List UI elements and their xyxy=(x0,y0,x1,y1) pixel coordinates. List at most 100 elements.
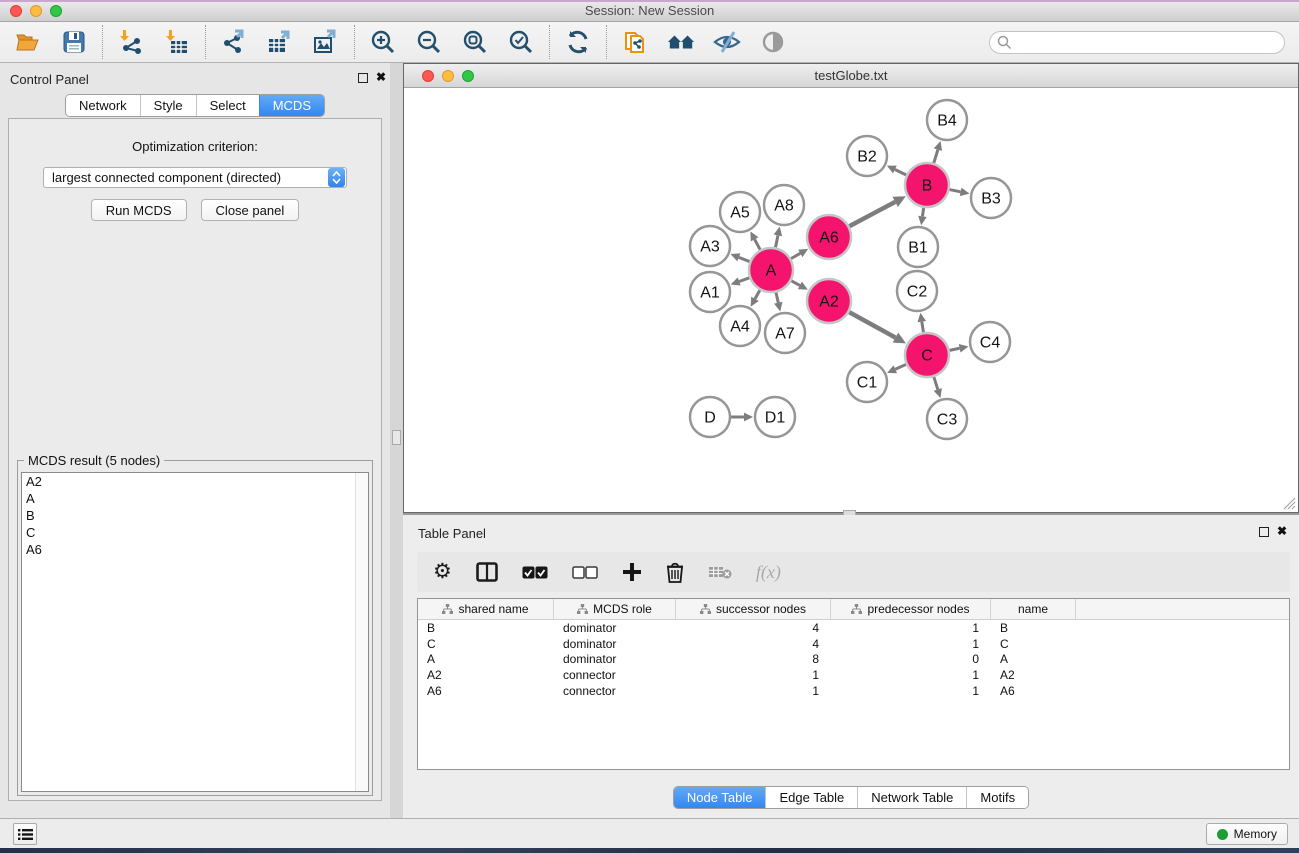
cell-shared-name[interactable]: C xyxy=(418,637,554,651)
tab-motifs[interactable]: Motifs xyxy=(966,787,1028,808)
tab-edge-table[interactable]: Edge Table xyxy=(765,787,857,808)
mcds-result-item[interactable]: C xyxy=(22,524,368,541)
column-header-name[interactable]: name xyxy=(991,599,1076,619)
cell-name[interactable]: A2 xyxy=(991,668,1076,682)
network-window-titlebar[interactable]: testGlobe.txt xyxy=(404,64,1298,88)
column-header-predecessor-nodes[interactable]: predecessor nodes xyxy=(831,599,991,619)
graph-edge-A-A7[interactable] xyxy=(776,292,778,302)
cell-successor-nodes[interactable]: 4 xyxy=(676,621,831,635)
tab-style[interactable]: Style xyxy=(140,95,196,116)
zoom-selected-icon[interactable] xyxy=(507,28,535,56)
graph-edge-B-B2[interactable] xyxy=(895,169,906,175)
tab-node-table[interactable]: Node Table xyxy=(674,787,766,808)
cell-shared-name[interactable]: A6 xyxy=(418,684,554,698)
export-image-icon[interactable] xyxy=(312,28,340,56)
hide-details-icon[interactable] xyxy=(713,28,741,56)
cell-predecessor-nodes[interactable]: 0 xyxy=(831,652,991,666)
cell-predecessor-nodes[interactable]: 1 xyxy=(831,684,991,698)
graph-edge-A-A2[interactable] xyxy=(791,281,800,286)
mcds-result-item[interactable]: A2 xyxy=(22,473,368,490)
mcds-result-item[interactable]: A6 xyxy=(22,541,368,558)
cell-mcds-role[interactable]: connector xyxy=(554,684,676,698)
graph-edge-A-A3[interactable] xyxy=(739,257,750,261)
import-network-icon[interactable] xyxy=(117,28,145,56)
deselect-all-checkboxes-icon[interactable] xyxy=(572,559,598,585)
show-details-icon[interactable] xyxy=(759,28,787,56)
cell-mcds-role[interactable]: connector xyxy=(554,668,676,682)
task-history-button[interactable] xyxy=(13,823,37,845)
export-table-icon[interactable] xyxy=(266,28,294,56)
show-column-icon[interactable] xyxy=(476,559,498,585)
table-settings-gear-icon[interactable]: ⚙ xyxy=(433,559,452,585)
mcds-result-item[interactable]: B xyxy=(22,507,368,524)
optimization-criterion-select[interactable]: largest connected component (directed) xyxy=(43,167,347,188)
tab-mcds[interactable]: MCDS xyxy=(259,95,324,116)
cell-name[interactable]: A6 xyxy=(991,684,1076,698)
graph-edge-C-C4[interactable] xyxy=(950,348,960,350)
select-all-checkboxes-icon[interactable] xyxy=(522,559,548,585)
cell-successor-nodes[interactable]: 1 xyxy=(676,684,831,698)
graph-edge-B-B3[interactable] xyxy=(950,190,961,192)
close-table-panel-icon[interactable]: ✖ xyxy=(1277,524,1287,538)
panel-divider-grip[interactable] xyxy=(392,430,401,445)
cell-name[interactable]: B xyxy=(991,621,1076,635)
float-table-panel-icon[interactable] xyxy=(1259,527,1269,537)
graph-edge-A-A1[interactable] xyxy=(739,278,749,282)
close-panel-button[interactable]: Close panel xyxy=(201,199,300,221)
cell-shared-name[interactable]: B xyxy=(418,621,554,635)
delete-rows-icon[interactable] xyxy=(666,559,684,585)
cell-shared-name[interactable]: A2 xyxy=(418,668,554,682)
graph-edge-A2-C[interactable] xyxy=(849,312,895,338)
home-icon[interactable] xyxy=(667,28,695,56)
result-list-scrollbar[interactable] xyxy=(355,473,368,791)
table-row[interactable]: A2connector11A2 xyxy=(418,667,1289,683)
clone-network-icon[interactable] xyxy=(621,28,649,56)
column-header-successor-nodes[interactable]: successor nodes xyxy=(676,599,831,619)
float-panel-icon[interactable] xyxy=(358,73,368,83)
tab-network[interactable]: Network xyxy=(66,95,140,116)
cell-name[interactable]: C xyxy=(991,637,1076,651)
cell-predecessor-nodes[interactable]: 1 xyxy=(831,668,991,682)
save-session-icon[interactable] xyxy=(60,28,88,56)
table-row[interactable]: Bdominator41B xyxy=(418,620,1289,636)
memory-button[interactable]: Memory xyxy=(1206,823,1288,845)
cell-mcds-role[interactable]: dominator xyxy=(554,652,676,666)
column-header-mcds-role[interactable]: MCDS role xyxy=(554,599,676,619)
graph-edge-C-C2[interactable] xyxy=(922,322,924,333)
cell-predecessor-nodes[interactable]: 1 xyxy=(831,621,991,635)
close-panel-icon[interactable]: ✖ xyxy=(376,70,386,84)
graph-edge-B-B4[interactable] xyxy=(934,150,938,163)
import-table-icon[interactable] xyxy=(163,28,191,56)
network-canvas[interactable]: B4B2BB3A5A8A6A3B1AA1C2A2A4A7CC4C1C3DD1 xyxy=(404,88,1298,512)
graph-edge-A-A6[interactable] xyxy=(791,253,800,258)
cell-name[interactable]: A xyxy=(991,652,1076,666)
graph-edge-B-B1[interactable] xyxy=(922,208,923,217)
table-row[interactable]: Adominator80A xyxy=(418,652,1289,668)
cell-successor-nodes[interactable]: 1 xyxy=(676,668,831,682)
graph-edge-A-A8[interactable] xyxy=(776,235,778,247)
run-mcds-button[interactable]: Run MCDS xyxy=(91,199,187,221)
search-input[interactable] xyxy=(989,31,1285,54)
zoom-in-icon[interactable] xyxy=(369,28,397,56)
mcds-result-list[interactable]: A2ABCA6 xyxy=(21,472,369,792)
add-row-icon[interactable] xyxy=(622,559,642,585)
graph-edge-A-A4[interactable] xyxy=(755,290,760,299)
tab-network-table[interactable]: Network Table xyxy=(857,787,966,808)
graph-edge-C-C3[interactable] xyxy=(934,377,938,389)
zoom-out-icon[interactable] xyxy=(415,28,443,56)
column-header-shared-name[interactable]: shared name xyxy=(418,599,554,619)
graph-edge-C-C1[interactable] xyxy=(895,364,906,369)
zoom-fit-icon[interactable] xyxy=(461,28,489,56)
cell-shared-name[interactable]: A xyxy=(418,652,554,666)
export-network-icon[interactable] xyxy=(220,28,248,56)
refresh-icon[interactable] xyxy=(564,28,592,56)
cell-mcds-role[interactable]: dominator xyxy=(554,637,676,651)
graph-edge-A-A5[interactable] xyxy=(755,239,761,249)
table-row[interactable]: Cdominator41C xyxy=(418,636,1289,652)
tab-select[interactable]: Select xyxy=(196,95,259,116)
mcds-result-item[interactable]: A xyxy=(22,490,368,507)
table-row[interactable]: A6connector11A6 xyxy=(418,683,1289,699)
cell-successor-nodes[interactable]: 4 xyxy=(676,637,831,651)
cell-successor-nodes[interactable]: 8 xyxy=(676,652,831,666)
open-session-icon[interactable] xyxy=(14,28,42,56)
